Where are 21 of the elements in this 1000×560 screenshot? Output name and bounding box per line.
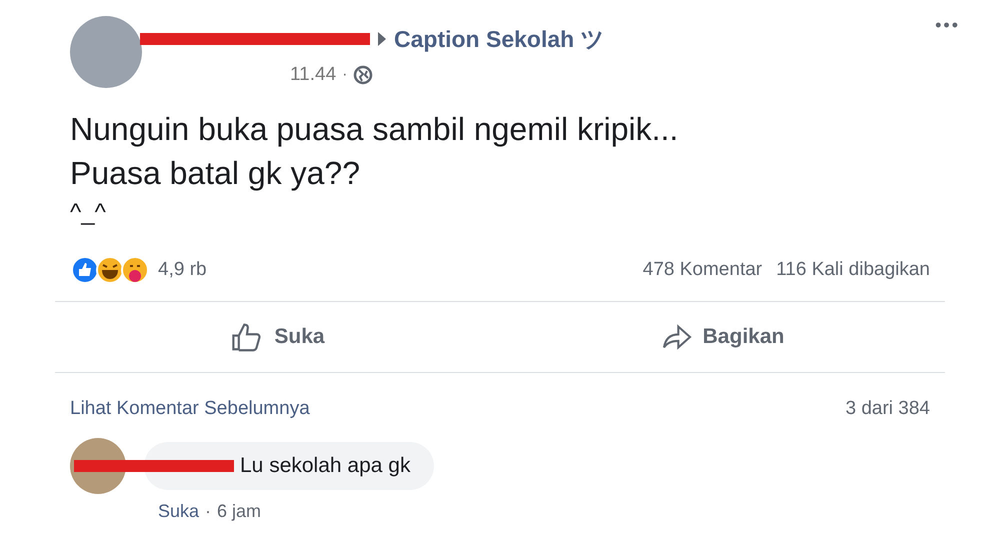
globe-icon: [353, 64, 374, 85]
comment-like-link[interactable]: Suka: [158, 498, 200, 524]
like-button[interactable]: Suka: [220, 302, 335, 372]
post-text: Puasa batal gk ya??: [70, 154, 361, 193]
triangle-icon: [378, 32, 386, 46]
previous-comments-link[interactable]: Lihat Komentar Sebelumnya: [70, 395, 310, 424]
comment-counter: 3 dari 384: [845, 397, 930, 421]
group-name-link[interactable]: Caption Sekolah ツ: [394, 22, 605, 56]
share-button[interactable]: Bagikan: [650, 302, 794, 372]
comment-count[interactable]: 478 Komentar: [642, 256, 762, 284]
comment-text: Lu sekolah apa gk: [240, 452, 410, 479]
comment-time: 6 jam: [217, 500, 262, 523]
post-text: Nunguin buka puasa sambil ngemil kripik...: [70, 110, 680, 149]
dot-separator: ·: [205, 500, 212, 522]
more-options-button[interactable]: •••: [935, 12, 960, 39]
post-time[interactable]: 11.44: [290, 60, 336, 89]
dot-separator: ·: [342, 64, 348, 85]
share-arrow-icon: [660, 324, 693, 350]
post-text: ^_^: [70, 198, 107, 228]
share-count[interactable]: 116 Kali dibagikan: [776, 256, 930, 284]
reaction-count[interactable]: 4,9 rb: [158, 256, 207, 284]
